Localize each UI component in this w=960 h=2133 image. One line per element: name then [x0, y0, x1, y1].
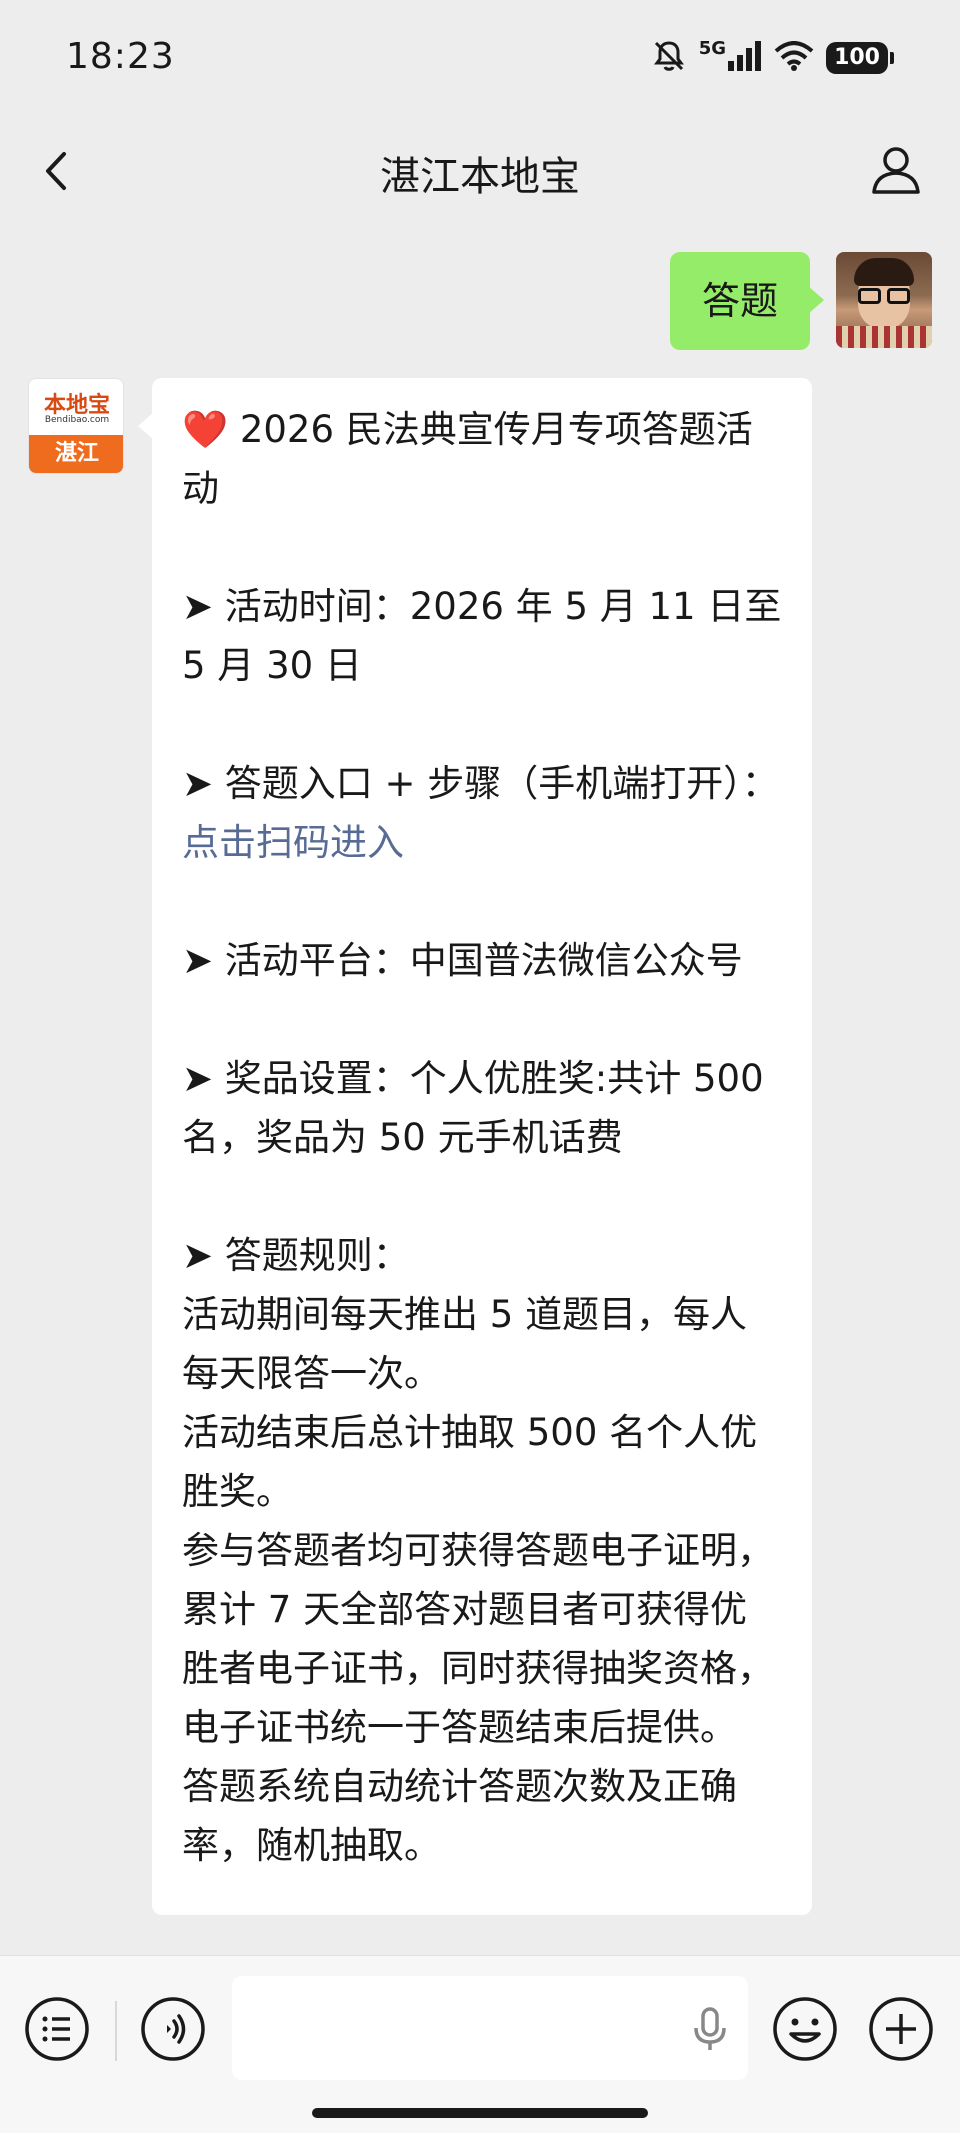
person-icon	[872, 147, 920, 194]
page-title: 湛江本地宝	[380, 154, 580, 200]
microphone-icon	[694, 2007, 726, 2050]
battery-icon: 100	[826, 42, 894, 74]
signal-icon	[728, 41, 762, 75]
bot-message: 本地宝 Bendibao.com 湛江 ❤️ 2026 民法典宣传月专项答题活动…	[28, 378, 812, 1915]
microphone-button[interactable]	[690, 2006, 730, 2052]
bot-avatar[interactable]: 本地宝 Bendibao.com 湛江	[28, 378, 124, 474]
emoji-icon	[773, 1997, 837, 2061]
scan-entry-link[interactable]: 点击扫码进入	[182, 821, 404, 864]
activity-time: ➤ 活动时间：2026 年 5 月 11 日至 5 月 30 日	[182, 585, 782, 687]
divider	[115, 2001, 117, 2061]
more-button[interactable]	[868, 1996, 934, 2062]
menu-list-icon	[25, 1997, 89, 2061]
menu-button[interactable]	[24, 1996, 90, 2062]
status-time: 18:23	[66, 36, 175, 77]
status-icons: 5G 100	[651, 37, 894, 78]
rule-item: 答题系统自动统计答题次数及正确率，随机抽取。	[182, 1765, 737, 1867]
status-bar: 18:23 5G 100	[0, 0, 960, 120]
heart-icon: ❤️	[182, 408, 229, 451]
mute-icon	[651, 38, 687, 78]
entry-line: ➤ 答题入口 + 步骤（手机端打开）：点击扫码进入	[182, 762, 779, 864]
avatar-city-label: 湛江	[29, 435, 123, 473]
rule-item: 活动期间每天推出 5 道题目，每人每天限答一次。	[182, 1293, 748, 1395]
chat-area[interactable]: 答题 本地宝 Bendibao.com 湛江 ❤️ 2026 民法典宣传月专项答…	[0, 220, 960, 1955]
rules-heading: ➤ 答题规则：	[182, 1234, 410, 1277]
user-avatar[interactable]	[836, 252, 932, 348]
voice-toggle-button[interactable]	[140, 1996, 206, 2062]
user-message-bubble[interactable]: 答题	[669, 252, 825, 350]
plus-icon	[869, 1997, 933, 2061]
message-title: ❤️ 2026 民法典宣传月专项答题活动	[182, 408, 753, 510]
wifi-icon	[774, 41, 814, 75]
network-label: 5G	[698, 37, 727, 59]
rule-item: 参与答题者均可获得答题电子证明，累计 7 天全部答对题目者可获得优胜者电子证书，…	[182, 1529, 774, 1749]
rule-item: 活动结束后总计抽取 500 名个人优胜奖。	[182, 1411, 758, 1513]
home-indicator[interactable]	[312, 2108, 648, 2118]
message-input[interactable]	[232, 1976, 748, 2080]
nav-bar: 湛江本地宝	[0, 120, 960, 220]
platform-line: ➤ 活动平台：中国普法微信公众号	[182, 939, 743, 982]
avatar-logo-subtitle: Bendibao.com	[44, 415, 110, 425]
voice-icon	[141, 1997, 205, 2061]
user-message: 答题	[669, 252, 932, 350]
bot-message-bubble[interactable]: ❤️ 2026 民法典宣传月专项答题活动 ➤ 活动时间：2026 年 5 月 1…	[138, 378, 812, 1915]
input-bar	[0, 1955, 960, 2133]
chat-info-button[interactable]	[868, 142, 924, 198]
emoji-button[interactable]	[772, 1996, 838, 2062]
prize-line: ➤ 奖品设置：个人优胜奖:共计 500 名，奖品为 50 元手机话费	[182, 1057, 764, 1159]
